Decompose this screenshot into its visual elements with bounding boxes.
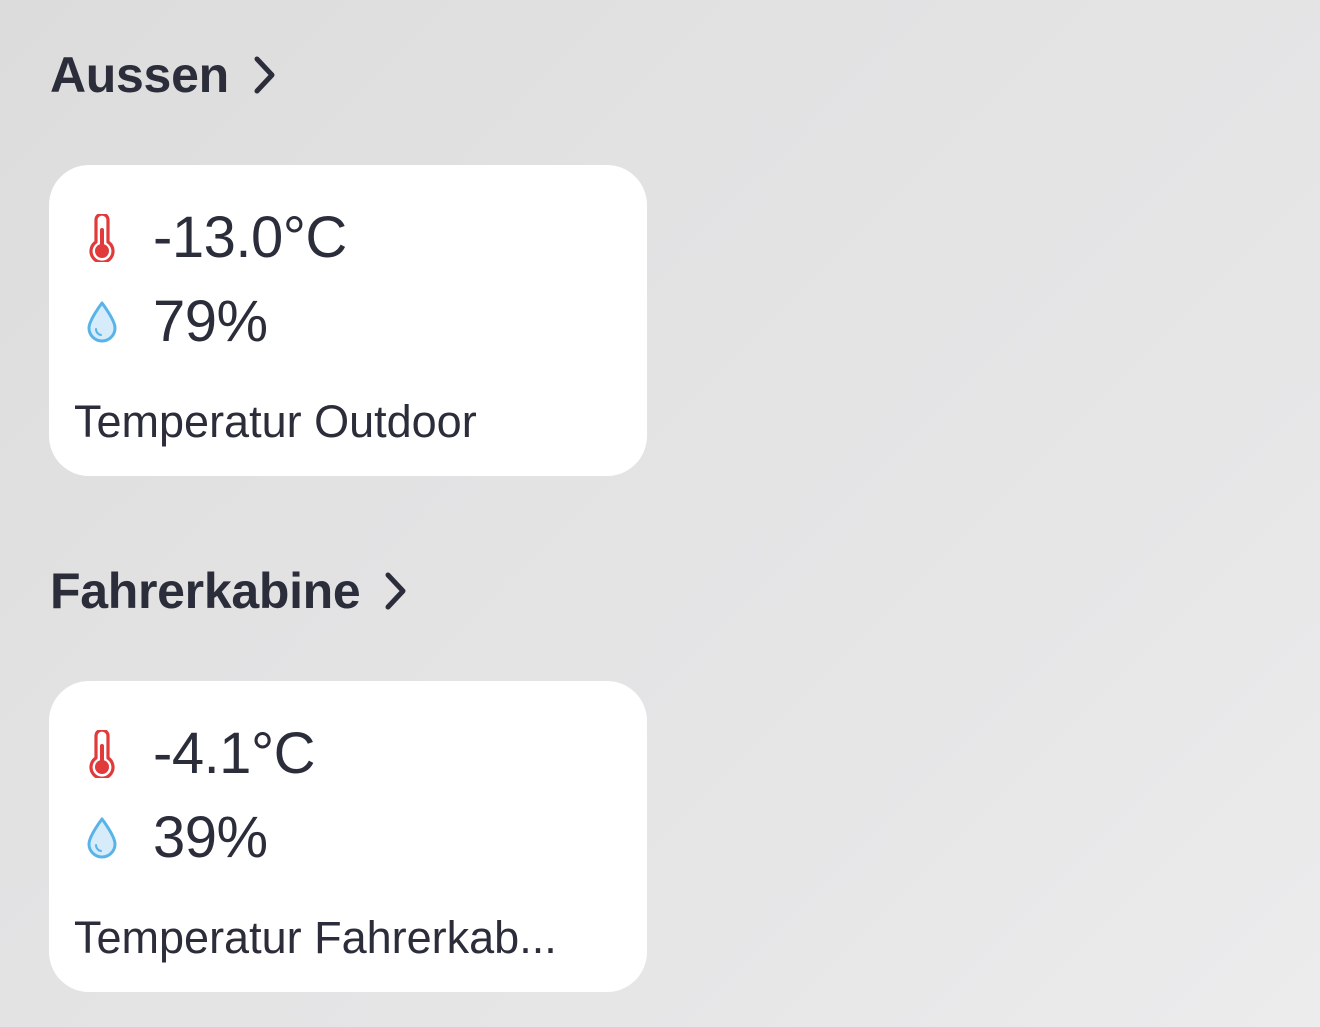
temperature-value: -4.1°C (153, 721, 316, 786)
section-title: Aussen (50, 47, 229, 103)
humidity-row: 39% (83, 803, 268, 873)
temperature-row: -13.0°C (83, 203, 347, 273)
humidity-value: 79% (153, 289, 268, 354)
sensor-card-outdoor[interactable]: -13.0°C 79% Temperatur Outdoor (49, 165, 647, 476)
water-drop-icon (83, 298, 121, 346)
section-header-aussen[interactable]: Aussen (50, 45, 277, 105)
sensor-name: Temperatur Fahrerkab... (74, 913, 557, 963)
water-drop-icon (83, 814, 121, 862)
chevron-right-icon (382, 571, 408, 611)
section-header-fahrerkabine[interactable]: Fahrerkabine (50, 561, 408, 621)
chevron-right-icon (251, 55, 277, 95)
thermometer-icon (83, 214, 121, 262)
section-title: Fahrerkabine (50, 563, 361, 619)
temperature-row: -4.1°C (83, 719, 316, 789)
humidity-row: 79% (83, 287, 268, 357)
sensor-name: Temperatur Outdoor (74, 397, 477, 447)
temperature-value: -13.0°C (153, 205, 347, 270)
sensor-card-fahrerkabine[interactable]: -4.1°C 39% Temperatur Fahrerkab... (49, 681, 647, 992)
humidity-value: 39% (153, 805, 268, 870)
thermometer-icon (83, 730, 121, 778)
